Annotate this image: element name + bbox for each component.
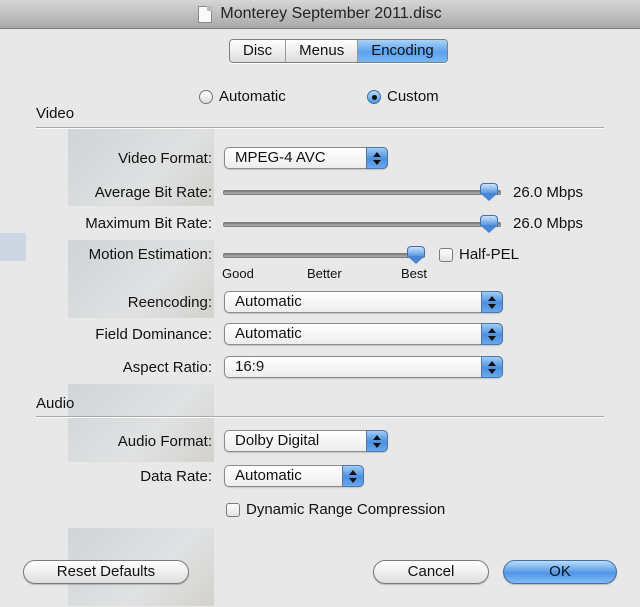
video-format-popup[interactable]: MPEG-4 AVC	[224, 147, 388, 169]
radio-automatic[interactable]: Automatic	[199, 88, 286, 105]
document-icon	[198, 5, 213, 23]
popup-arrows-icon	[481, 356, 503, 378]
reencoding-value: Automatic	[235, 293, 302, 310]
motion-tick-best: Best	[401, 266, 428, 281]
avg-bitrate-label: Average Bit Rate:	[94, 184, 212, 201]
motion-estimation-slider[interactable]	[223, 246, 425, 264]
radio-custom-indicator[interactable]	[367, 89, 381, 104]
audio-format-popup[interactable]: Dolby Digital	[224, 430, 388, 452]
motion-tick-good: Good	[222, 266, 254, 281]
motion-estimation-label: Motion Estimation:	[88, 246, 212, 263]
radio-automatic-label: Automatic	[219, 88, 286, 105]
popup-arrows-icon	[481, 291, 503, 313]
data-rate-popup[interactable]: Automatic	[224, 465, 364, 487]
tab-encoding[interactable]: Encoding	[358, 40, 447, 62]
popup-arrows-icon	[366, 147, 388, 169]
halfpel-checkbox-box[interactable]	[439, 247, 453, 262]
tab-disc[interactable]: Disc	[230, 40, 287, 62]
audio-format-value: Dolby Digital	[235, 432, 320, 449]
aspect-ratio-value: 16:9	[235, 358, 265, 375]
radio-custom-label: Custom	[387, 88, 439, 105]
field-dominance-popup[interactable]: Automatic	[224, 323, 503, 345]
drc-checkbox-box[interactable]	[226, 502, 240, 517]
max-bitrate-label: Maximum Bit Rate:	[85, 215, 212, 232]
audio-section-title: Audio	[36, 395, 75, 412]
encoding-sheet: Disc Menus Encoding Automatic Custom Vid…	[20, 28, 620, 607]
video-format-value: MPEG-4 AVC	[235, 149, 326, 166]
video-divider	[36, 127, 604, 129]
max-bitrate-slider[interactable]	[223, 215, 501, 233]
motion-tick-better: Better	[307, 266, 342, 281]
slider-track	[223, 253, 425, 258]
avg-bitrate-slider[interactable]	[223, 183, 501, 201]
audio-divider	[36, 416, 604, 418]
field-dominance-value: Automatic	[235, 325, 302, 342]
avg-bitrate-value: 26.0 Mbps	[513, 184, 584, 201]
motion-estimation-slider-thumb[interactable]	[407, 246, 425, 264]
data-rate-label: Data Rate:	[140, 468, 212, 485]
popup-arrows-icon	[366, 430, 388, 452]
aspect-ratio-label: Aspect Ratio:	[122, 359, 212, 376]
window-title: Monterey September 2011.disc	[220, 5, 442, 22]
radio-automatic-indicator[interactable]	[199, 89, 213, 104]
audio-format-label: Audio Format:	[117, 433, 212, 450]
window-titlebar[interactable]: Monterey September 2011.disc	[0, 0, 640, 29]
video-format-label: Video Format:	[118, 150, 212, 167]
field-dominance-label: Field Dominance:	[95, 326, 212, 343]
max-bitrate-value: 26.0 Mbps	[513, 215, 584, 232]
tab-menus[interactable]: Menus	[286, 40, 359, 62]
radio-custom[interactable]: Custom	[367, 88, 439, 105]
drc-checkbox[interactable]: Dynamic Range Compression	[226, 501, 445, 518]
aspect-ratio-popup[interactable]: 16:9	[224, 356, 503, 378]
popup-arrows-icon	[342, 465, 364, 487]
max-bitrate-slider-thumb[interactable]	[480, 215, 499, 233]
reencoding-label: Reencoding:	[127, 294, 212, 311]
tab-bar: Disc Menus Encoding	[229, 39, 448, 63]
halfpel-label: Half-PEL	[459, 246, 520, 263]
slider-track	[223, 222, 501, 227]
cancel-button[interactable]: Cancel	[373, 560, 489, 584]
data-rate-value: Automatic	[235, 467, 302, 484]
popup-arrows-icon	[481, 323, 503, 345]
avg-bitrate-slider-thumb[interactable]	[480, 183, 499, 201]
ok-button[interactable]: OK	[503, 560, 617, 584]
halfpel-checkbox[interactable]: Half-PEL	[439, 246, 519, 263]
reset-defaults-button[interactable]: Reset Defaults	[23, 560, 189, 584]
encoding-dialog-window: Monterey September 2011.disc Disc Menus …	[0, 0, 640, 607]
slider-track	[223, 190, 501, 195]
drc-label: Dynamic Range Compression	[246, 501, 446, 518]
video-section-title: Video	[36, 105, 75, 122]
reencoding-popup[interactable]: Automatic	[224, 291, 503, 313]
